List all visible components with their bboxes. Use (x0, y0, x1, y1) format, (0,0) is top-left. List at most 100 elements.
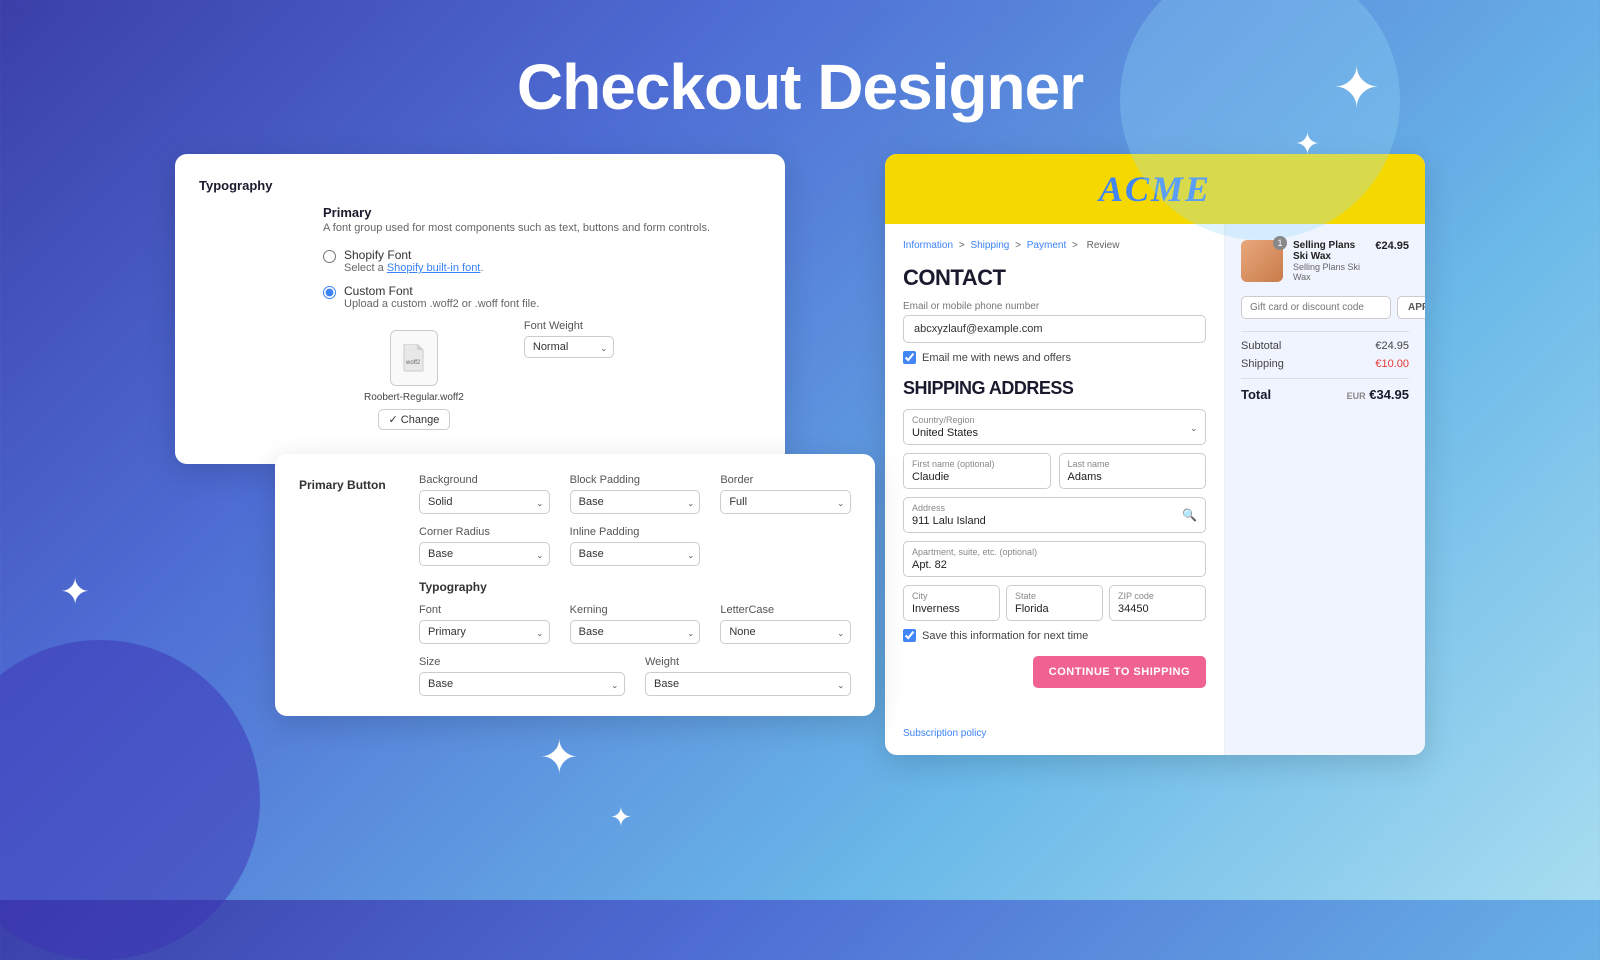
corner-radius-select[interactable]: Base (419, 542, 550, 566)
address-field: Address 911 Lalu Island 🔍 (903, 497, 1206, 533)
save-info-checkbox[interactable] (903, 629, 916, 642)
custom-font-radio[interactable] (323, 286, 336, 299)
email-news-checkbox[interactable] (903, 351, 916, 364)
checkout-body: Information > Shipping > Payment > Revie… (885, 224, 1425, 755)
lettercase-label: LetterCase (720, 604, 851, 616)
corner-radius-field: Corner Radius Base (419, 526, 550, 566)
kerning-label: Kerning (570, 604, 701, 616)
continue-to-shipping-button[interactable]: CONTINUE TO SHIPPING (1033, 656, 1206, 688)
breadcrumb: Information > Shipping > Payment > Revie… (903, 240, 1206, 251)
shopify-font-sub: Select a Shopify built-in font. (344, 262, 483, 274)
change-font-button[interactable]: ✓ Change (378, 409, 451, 430)
product-name: Selling Plans Ski Wax (1293, 240, 1365, 262)
search-icon: 🔍 (1182, 508, 1197, 522)
background-label: Background (419, 474, 550, 486)
country-value: United States (912, 427, 1197, 439)
product-sub: Selling Plans Ski Wax (1293, 262, 1365, 282)
border-select[interactable]: Full (720, 490, 851, 514)
font-weight-label: Font Weight (524, 320, 614, 332)
apt-label: Apartment, suite, etc. (optional) (912, 547, 1197, 557)
contact-field-label: Email or mobile phone number (903, 301, 1206, 312)
pb-bottom-grid: Size Base Weight Base (419, 656, 851, 696)
size-label: Size (419, 656, 625, 668)
checkout-right: 1 Selling Plans Ski Wax Selling Plans Sk… (1225, 224, 1425, 755)
weight-label: Weight (645, 656, 851, 668)
section-label: Typography (199, 178, 761, 193)
sparkle-icon-medium: ✦ (1295, 130, 1320, 160)
product-image: 1 (1241, 240, 1283, 282)
shipping-heading: SHIPPING ADDRESS (903, 378, 1206, 399)
subtotal-line: Subtotal €24.95 (1241, 340, 1409, 352)
font-select[interactable]: Primary (419, 620, 550, 644)
email-news-label: Email me with news and offers (922, 352, 1071, 364)
zip-value: 34450 (1118, 603, 1197, 615)
border-field: Border Full (720, 474, 851, 514)
subscription-policy-link[interactable]: Subscription policy (903, 728, 1206, 739)
background-field: Background Solid (419, 474, 550, 514)
primary-label: Primary (323, 205, 761, 220)
product-badge: 1 (1273, 236, 1287, 250)
save-info-label: Save this information for next time (922, 630, 1088, 642)
kerning-field: Kerning Base (570, 604, 701, 644)
custom-font-label: Custom Font (344, 284, 761, 298)
apply-button[interactable]: APPLY (1397, 296, 1425, 319)
zip-field: ZIP code 34450 (1109, 585, 1206, 621)
sparkle-icon-left: ✦ (60, 574, 90, 610)
shipping-value: €10.00 (1375, 358, 1409, 370)
shopify-font-link[interactable]: Shopify built-in font (387, 262, 481, 274)
first-name-field: First name (optional) Claudie (903, 453, 1051, 489)
lettercase-select[interactable]: None (720, 620, 851, 644)
total-amount: €34.95 (1369, 387, 1409, 402)
primary-button-title: Primary Button (299, 478, 386, 492)
font-field: Font Primary (419, 604, 550, 644)
shopify-font-radio[interactable] (323, 250, 336, 263)
apt-field: Apartment, suite, etc. (optional) Apt. 8… (903, 541, 1206, 577)
contact-email-input[interactable] (903, 315, 1206, 343)
font-label: Font (419, 604, 550, 616)
block-padding-label: Block Padding (570, 474, 701, 486)
discount-input[interactable] (1241, 296, 1391, 319)
shipping-label: Shipping (1241, 358, 1284, 370)
last-name-field: Last name Adams (1059, 453, 1207, 489)
sparkle-icon-large: ✦ (1333, 60, 1380, 116)
sparkle-icon-bottom2: ✦ (610, 804, 632, 830)
pb-typo-grid: Font Primary Kerning Base (419, 604, 851, 644)
size-select[interactable]: Base (419, 672, 625, 696)
border-label: Border (720, 474, 851, 486)
block-padding-select[interactable]: Base (570, 490, 701, 514)
shopify-font-option[interactable]: Shopify Font Select a Shopify built-in f… (323, 248, 761, 274)
background-select[interactable]: Solid (419, 490, 550, 514)
font-file-icon: woff2 (390, 330, 438, 386)
product-row: 1 Selling Plans Ski Wax Selling Plans Sk… (1241, 240, 1409, 282)
weight-field: Weight Base (645, 656, 851, 696)
email-news-row: Email me with news and offers (903, 351, 1206, 364)
last-name-value: Adams (1068, 471, 1198, 483)
summary-divider (1241, 331, 1409, 332)
state-label: State (1015, 591, 1094, 601)
svg-text:woff2: woff2 (405, 360, 421, 366)
product-price: €24.95 (1375, 240, 1409, 252)
subtotal-value: €24.95 (1375, 340, 1409, 352)
city-value: Inverness (912, 603, 991, 615)
country-label: Country/Region (912, 415, 1197, 425)
state-field: State Florida (1006, 585, 1103, 621)
font-file-name: Roobert-Regular.woff2 (364, 392, 464, 403)
subtotal-label: Subtotal (1241, 340, 1281, 352)
inline-padding-label: Inline Padding (570, 526, 701, 538)
city-label: City (912, 591, 991, 601)
weight-select[interactable]: Base (645, 672, 851, 696)
contact-heading: CONTACT (903, 265, 1206, 291)
first-name-value: Claudie (912, 471, 1042, 483)
font-weight-select-wrapper: Normal (524, 336, 614, 358)
inline-padding-select[interactable]: Base (570, 542, 701, 566)
custom-font-sub: Upload a custom .woff2 or .woff font fil… (344, 298, 761, 310)
name-row: First name (optional) Claudie Last name … (903, 453, 1206, 489)
corner-radius-label: Corner Radius (419, 526, 550, 538)
pb-top-grid: Background Solid Block Padding (419, 474, 851, 566)
kerning-select[interactable]: Base (570, 620, 701, 644)
custom-font-option[interactable]: Custom Font Upload a custom .woff2 or .w… (323, 284, 761, 430)
size-field: Size Base (419, 656, 625, 696)
font-weight-select[interactable]: Normal (524, 336, 614, 358)
country-select-wrapper: Country/Region United States (903, 409, 1206, 445)
discount-row: APPLY (1241, 296, 1409, 319)
